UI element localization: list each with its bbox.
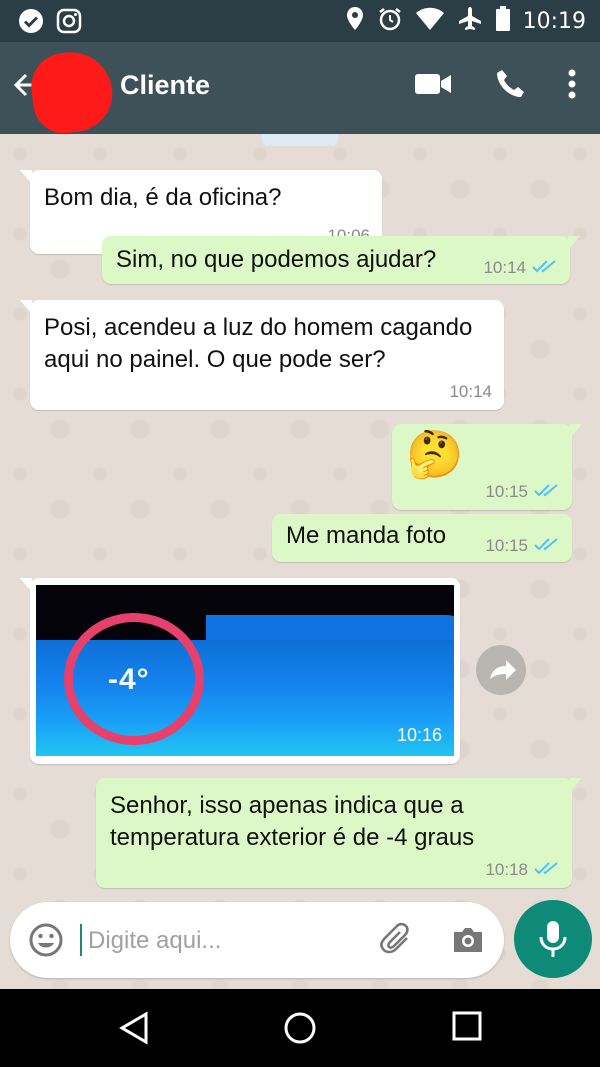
message-outgoing[interactable]: Sim, no que podemos ajudar? 10:14 <box>102 236 580 284</box>
message-text: Senhor, isso apenas indica que a tempera… <box>110 792 475 851</box>
avatar[interactable] <box>26 46 118 138</box>
wifi-icon <box>415 7 445 36</box>
forward-icon <box>490 660 516 680</box>
location-icon <box>345 6 365 37</box>
instagram-icon <box>56 8 82 39</box>
chat-header: Cliente <box>0 42 600 138</box>
message-outgoing[interactable]: Me manda foto 10:15 <box>272 514 572 562</box>
message-emoji: 🤔 <box>406 428 464 480</box>
alarm-icon <box>377 6 403 37</box>
message-outgoing[interactable]: Senhor, isso apenas indica que a tempera… <box>96 778 582 888</box>
message-time: 10:16 <box>396 725 442 745</box>
message-time: 10:14 <box>449 382 492 401</box>
status-time: 10:19 <box>522 9 586 34</box>
status-bar: 10:19 <box>0 0 600 42</box>
system-nav-bar <box>0 989 600 1067</box>
read-ticks-icon <box>534 482 560 502</box>
read-ticks-icon <box>534 536 560 556</box>
message-text: Posi, acendeu a luz do homem cagando aqu… <box>44 314 473 373</box>
home-circle-icon[interactable] <box>283 1011 317 1050</box>
message-time: 10:15 <box>485 482 528 501</box>
text-caret <box>80 924 82 956</box>
temperature-reading: -4° <box>108 663 150 696</box>
message-text: Bom dia, é da oficina? <box>44 184 282 211</box>
emoji-icon[interactable] <box>28 922 64 963</box>
forward-button[interactable] <box>476 645 526 695</box>
camera-icon[interactable] <box>450 922 486 963</box>
message-input[interactable] <box>86 920 340 962</box>
back-triangle-icon[interactable] <box>118 1011 150 1050</box>
battery-icon <box>495 6 511 37</box>
chat-area[interactable]: Bom dia, é da oficina? 10:06 Sim, no que… <box>0 134 600 989</box>
message-text: Sim, no que podemos ajudar? <box>116 246 437 273</box>
mic-icon <box>539 921 567 957</box>
read-ticks-icon <box>534 860 560 880</box>
message-time: 10:15 <box>485 536 528 555</box>
message-outgoing[interactable]: 🤔 10:15 <box>392 424 582 510</box>
dashboard-photo[interactable]: -4° 10:16 <box>36 585 454 756</box>
message-time: 10:14 <box>483 258 526 277</box>
contact-name[interactable]: Cliente <box>120 70 210 101</box>
message-incoming[interactable]: Posi, acendeu a luz do homem cagando aqu… <box>20 300 504 410</box>
read-ticks-icon <box>532 258 558 278</box>
mic-button[interactable] <box>514 900 592 978</box>
more-vert-icon[interactable] <box>568 69 576 104</box>
attach-icon[interactable] <box>380 922 416 963</box>
recents-square-icon[interactable] <box>452 1011 482 1046</box>
phone-icon[interactable] <box>494 68 526 105</box>
message-time: 10:18 <box>485 860 528 879</box>
message-text: Me manda foto <box>286 522 447 549</box>
check-circle-icon <box>18 8 44 39</box>
video-call-icon[interactable] <box>414 71 452 102</box>
airplane-icon <box>457 6 483 37</box>
message-composer <box>10 902 504 978</box>
date-chip <box>262 134 338 146</box>
